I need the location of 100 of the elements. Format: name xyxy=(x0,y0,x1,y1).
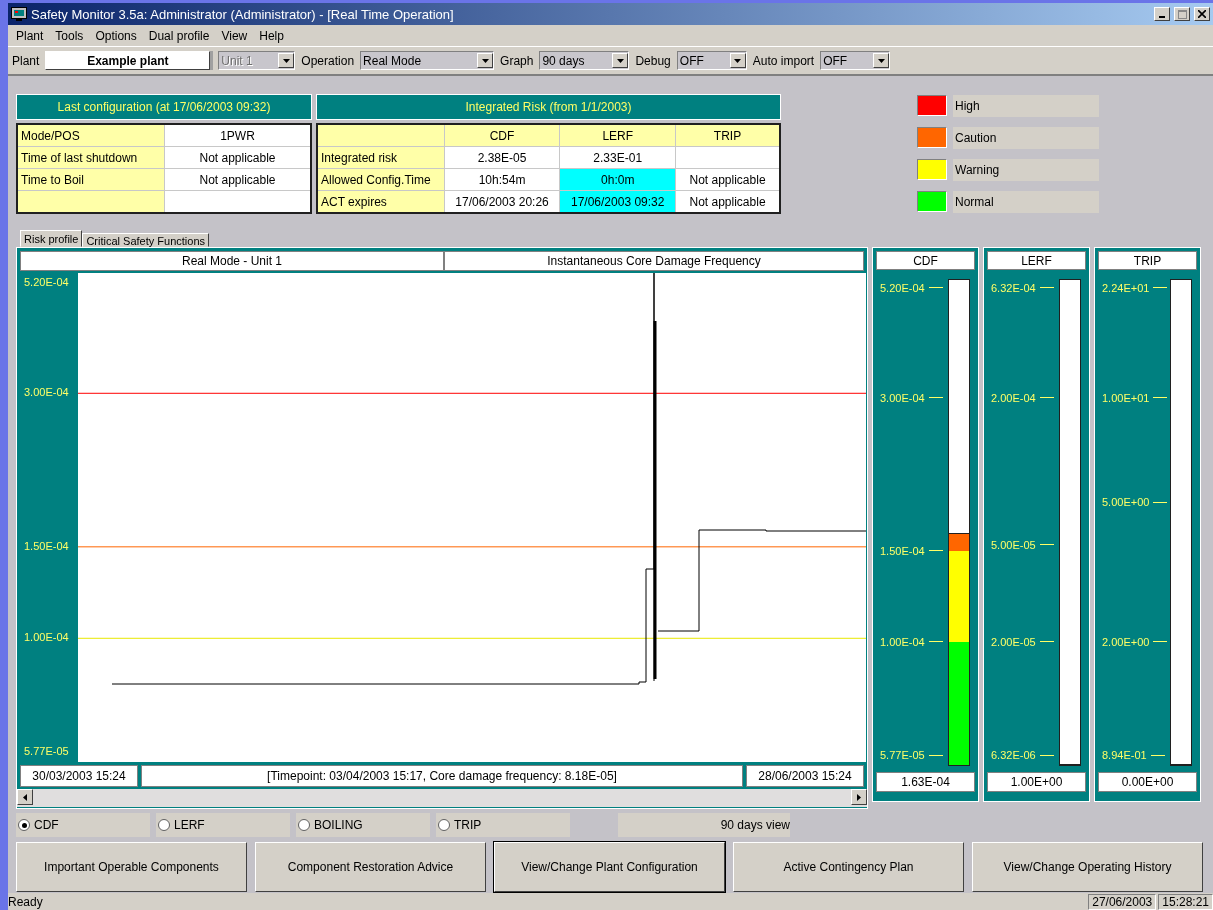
legend-label: Caution xyxy=(953,127,1099,149)
action-button[interactable]: Component Restoration Advice xyxy=(255,842,486,892)
graph-label: Graph xyxy=(500,53,534,68)
gauge-title: LERF xyxy=(987,251,1086,270)
gauge-tick-label: 8.94E-01 xyxy=(1102,749,1147,762)
gauge-tick-label: 3.00E-04 xyxy=(880,391,925,404)
end-date: 28/06/2003 15:24 xyxy=(746,765,864,787)
right-arrow-icon xyxy=(857,793,861,801)
maximize-button[interactable] xyxy=(1174,7,1190,21)
minimize-button[interactable] xyxy=(1154,7,1170,21)
status-text: Ready xyxy=(8,894,44,909)
gauge-tick-label: 5.77E-05 xyxy=(880,749,925,762)
table-cell: 10h:54m xyxy=(444,168,560,191)
menu-item[interactable]: Plant xyxy=(10,28,50,43)
gauge-reading: 0.00E+00 xyxy=(1098,772,1197,792)
scroll-left-button[interactable] xyxy=(17,789,33,805)
table-cell: Time of last shutdown xyxy=(17,146,165,169)
axis-label: 1.00E-04 xyxy=(24,631,69,644)
dropdown-arrow-icon xyxy=(877,58,885,63)
status-date: 27/06/2003 xyxy=(1088,893,1157,910)
gauge-title: CDF xyxy=(876,251,975,270)
monitor-icon xyxy=(11,7,27,21)
gauge-tick-label: 2.00E-05 xyxy=(991,635,1036,648)
table-cell: Mode/POS xyxy=(17,124,165,147)
radio-option[interactable]: CDF xyxy=(16,813,150,837)
column-header: TRIP xyxy=(675,124,780,147)
table-cell: 17/06/2003 09:32 xyxy=(559,190,676,213)
dropdown[interactable]: Real Mode xyxy=(360,51,495,70)
action-button[interactable]: Active Contingency Plan xyxy=(733,842,964,892)
axis-label: 1.50E-04 xyxy=(24,539,69,552)
chart-title: Instantaneous Core Damage Frequency xyxy=(444,251,864,271)
tab[interactable]: Risk profile xyxy=(20,230,83,247)
menu-item[interactable]: Tools xyxy=(49,28,90,43)
timepoint-text: [Timepoint: 03/04/2003 15:17, Core damage frequency: 8.18E-05] xyxy=(141,765,743,787)
table-cell: 2.38E-05 xyxy=(444,146,560,169)
column-header: CDF xyxy=(444,124,560,147)
close-icon xyxy=(1198,10,1206,18)
radio-button[interactable] xyxy=(158,819,170,831)
scrollbar[interactable] xyxy=(17,789,867,807)
panel-header: Last configuration (at 17/06/2003 09:32) xyxy=(16,94,312,120)
status-time: 15:28:21 xyxy=(1158,893,1213,910)
action-button[interactable]: View/Change Plant Configuration xyxy=(494,842,725,892)
table-cell: Allowed Config.Time xyxy=(317,168,445,191)
gauge-reading: 1.00E+00 xyxy=(987,772,1086,792)
action-button[interactable]: View/Change Operating History xyxy=(972,842,1203,892)
tab[interactable]: Critical Safety Functions xyxy=(82,233,209,247)
gauge-tick-label: 1.50E-04 xyxy=(880,544,925,557)
axis-label: 5.20E-04 xyxy=(24,275,69,288)
close-button[interactable] xyxy=(1194,7,1210,21)
plant-button[interactable]: Example plant xyxy=(45,51,211,70)
dropdown[interactable]: OFF xyxy=(676,51,747,70)
debug-label: Debug xyxy=(635,53,671,68)
dropdown-arrow-icon xyxy=(481,58,489,63)
table-cell: 2.33E-01 xyxy=(559,146,676,169)
axis-label: 5.77E-05 xyxy=(24,745,69,758)
radio-option[interactable]: LERF xyxy=(156,813,290,837)
legend-label: Warning xyxy=(953,159,1099,181)
panel-header: Integrated Risk (from 1/1/2003) xyxy=(316,94,781,120)
chart-mode-title: Real Mode - Unit 1 xyxy=(20,251,444,271)
gauge-tick-label: 5.00E+00 xyxy=(1102,496,1150,508)
column-header: LERF xyxy=(559,124,676,147)
dropdown-arrow-icon xyxy=(734,58,742,63)
window-title: Safety Monitor 3.5a: Administrator (Administrator) - [Real Time Operation] xyxy=(31,6,455,22)
menu-item[interactable]: Options xyxy=(89,28,143,43)
view-label: 90 days view xyxy=(618,813,790,837)
legend-label: High xyxy=(953,95,1099,117)
gauge-tick-label: 1.00E-04 xyxy=(880,635,925,648)
action-button[interactable]: Important Operable Components xyxy=(16,842,247,892)
gauge-tick-label: 6.32E-04 xyxy=(991,281,1036,294)
dropdown-arrow-icon xyxy=(616,58,624,63)
menu-item[interactable]: Help xyxy=(253,28,290,43)
dropdown[interactable]: OFF xyxy=(820,51,891,70)
radio-button[interactable] xyxy=(438,819,450,831)
gauge-tick-label: 2.00E-04 xyxy=(991,391,1036,404)
table-cell: Integrated risk xyxy=(317,146,445,169)
table-cell: ACT expires xyxy=(317,190,445,213)
gauge-reading: 1.63E-04 xyxy=(876,772,975,792)
gauge-title: TRIP xyxy=(1098,251,1197,270)
radio-button[interactable] xyxy=(18,819,30,831)
gauge-tick-label: 2.24E+01 xyxy=(1102,281,1150,294)
auto-import-label: Auto import xyxy=(752,53,815,68)
dropdown-arrow-icon xyxy=(282,58,290,63)
table-cell: Time to Boil xyxy=(17,168,165,191)
menu-item[interactable]: View xyxy=(215,28,254,43)
gauge-tick-label: 5.00E-05 xyxy=(991,538,1036,551)
gauge-tick-label: 6.32E-06 xyxy=(991,749,1036,762)
gauge-tick-label: 1.00E+01 xyxy=(1102,391,1150,404)
scroll-right-button[interactable] xyxy=(851,789,867,805)
menu-item[interactable]: Dual profile xyxy=(142,28,216,43)
gauge-tick-label: 2.00E+00 xyxy=(1102,635,1150,648)
maximize-icon xyxy=(1177,9,1187,19)
operation-label: Operation xyxy=(301,53,355,68)
plant-label: Plant xyxy=(12,53,40,68)
gauge-tick-label: 5.20E-04 xyxy=(880,281,925,294)
radio-option[interactable]: TRIP xyxy=(436,813,570,837)
left-arrow-icon xyxy=(23,793,27,801)
radio-button[interactable] xyxy=(298,819,310,831)
axis-label: 3.00E-04 xyxy=(24,386,69,399)
radio-option[interactable]: BOILING xyxy=(296,813,430,837)
dropdown[interactable]: 90 days xyxy=(539,51,630,70)
